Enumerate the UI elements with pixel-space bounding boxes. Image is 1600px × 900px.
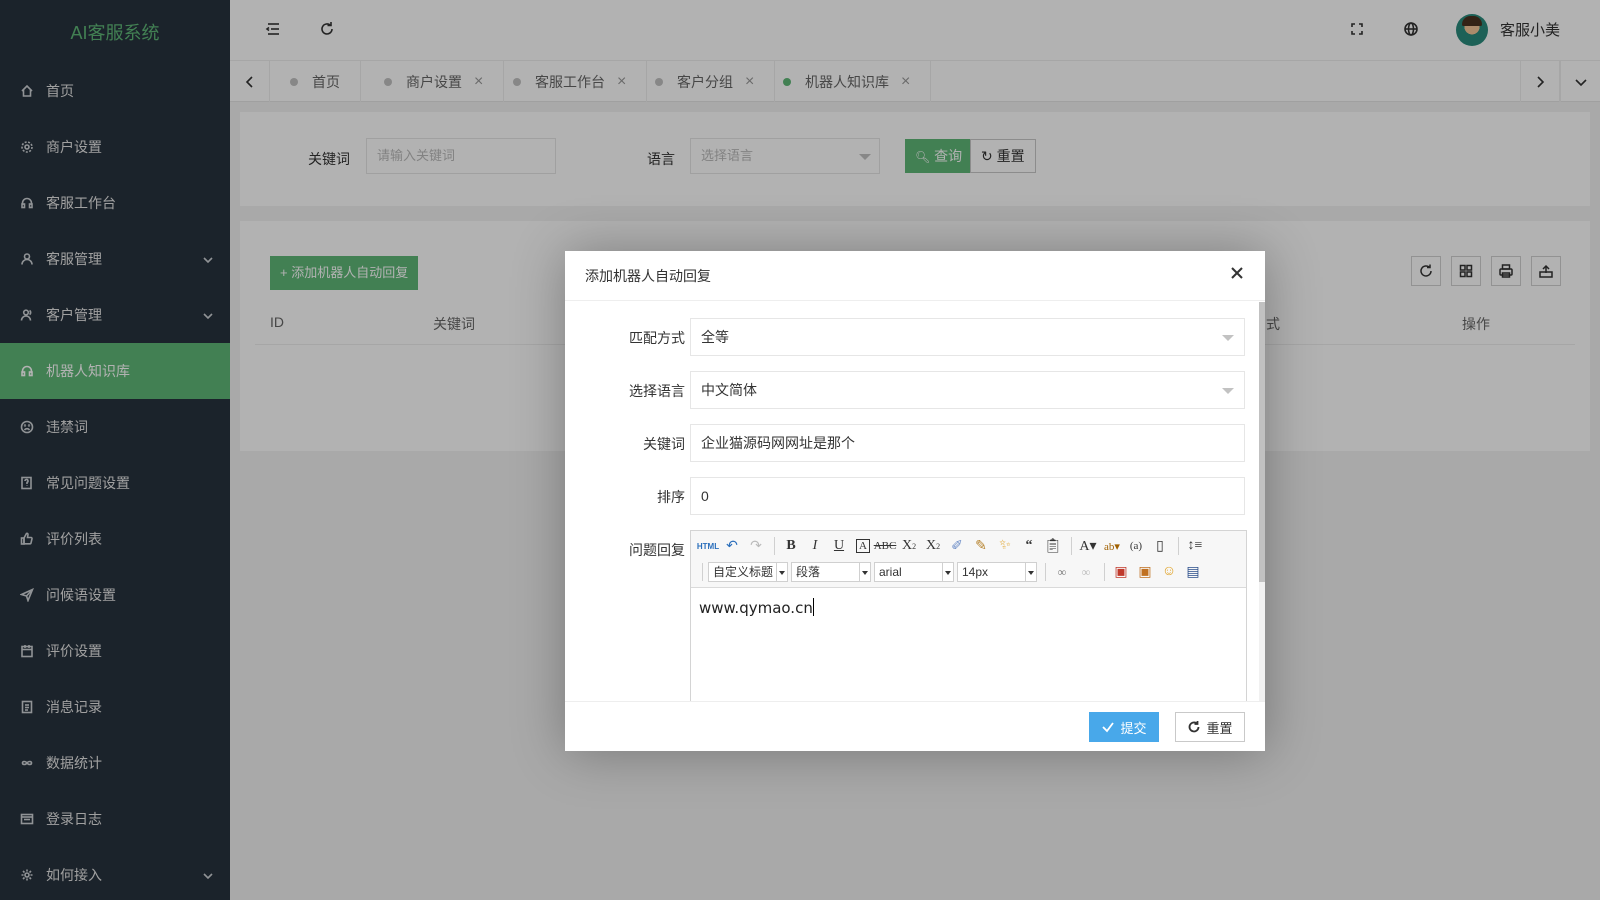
underline-icon[interactable]: U [828,536,850,556]
keyword-field-label: 关键词 [643,436,685,452]
html-source-icon[interactable]: HTML [697,536,719,556]
select-all-icon[interactable]: (a) [1125,536,1147,556]
sort-field-input[interactable]: 0 [690,477,1245,515]
submit-button[interactable]: 提交 [1089,712,1159,742]
dialog-title: 添加机器人自动回复 [565,251,1265,301]
multi-image-icon[interactable]: ▣ [1134,562,1156,582]
keyword-row: 关键词 企业猫源码网网址是那个 [565,424,1265,462]
combo-divider [776,563,777,581]
submit-button-label: 提交 [1120,720,1147,736]
language-field-value: 中文简体 [701,382,757,398]
dialog-footer: 提交 重置 [565,701,1265,751]
toolbar-divider [774,537,775,555]
undo-icon[interactable]: ↶ [721,536,743,556]
image-icon[interactable]: ▣ [1110,562,1132,582]
blockquote-icon[interactable]: “ [1018,536,1040,556]
dialog-scrollbar-thumb[interactable] [1259,302,1265,582]
language-row: 选择语言 中文简体 [565,371,1265,409]
dialog-reset-button[interactable]: 重置 [1175,712,1245,742]
strikethrough-icon[interactable]: ABC [874,536,897,556]
match-type-select[interactable]: 全等 [690,318,1245,356]
toolbar-divider [1045,563,1046,581]
text-caret [812,598,814,616]
superscript-icon[interactable]: X2 [898,536,920,556]
dialog-scrollbar[interactable] [1259,302,1265,702]
chevron-down-icon [1222,388,1234,394]
reply-field-label: 问题回复 [629,542,685,558]
editor-text: www.qymao.cn [699,599,813,617]
language-field-label: 选择语言 [629,383,685,399]
emoji-icon[interactable]: ☺ [1158,562,1180,582]
font-family-select[interactable]: arial [874,562,954,582]
rich-text-editor: HTML ↶ ↷ B I U A ABC X2 X2 ✐ ✎ ✨︎ “ 📋︎ A… [690,530,1247,705]
sort-row: 排序 0 [565,477,1265,515]
paste-text-icon[interactable]: 📋︎ [1042,536,1064,556]
unlink-icon[interactable]: ∞ [1075,562,1097,582]
italic-icon[interactable]: I [804,536,826,556]
toolbar-divider [1104,563,1105,581]
editor-content[interactable]: www.qymao.cn [691,588,1246,627]
font-color-icon[interactable]: A▾ [1077,536,1099,556]
font-size-select-value: 14px [962,565,989,579]
editor-toolbar-row-2: 自定义标题 段落 arial 14px ∞ ∞ ▣ ▣ ☺ ▤ [697,561,1206,583]
heading-select[interactable]: 自定义标题 [708,562,788,582]
combo-divider [942,563,943,581]
combo-divider [1025,563,1026,581]
toolbar-divider [1178,537,1179,555]
sort-field-label: 排序 [657,489,685,505]
dialog-reset-button-label: 重置 [1206,720,1233,736]
chevron-down-icon [1222,335,1234,341]
close-icon[interactable] [1229,265,1249,285]
combo-divider [859,563,860,581]
match-type-row: 匹配方式 全等 [565,318,1265,356]
toolbar-divider [1071,537,1072,555]
line-height-icon[interactable]: ↕≡ [1184,536,1206,556]
font-size-select[interactable]: 14px [957,562,1037,582]
font-border-icon[interactable]: A [856,539,870,553]
font-family-select-value: arial [879,565,902,579]
format-brush-icon[interactable]: ✎ [970,536,992,556]
match-type-value: 全等 [701,329,729,345]
language-field-select[interactable]: 中文简体 [690,371,1245,409]
clear-document-icon[interactable]: ▯ [1149,536,1171,556]
paragraph-select-value: 段落 [796,565,821,579]
bold-icon[interactable]: B [780,536,802,556]
add-auto-reply-dialog: 添加机器人自动回复 匹配方式 全等 选择语言 中文简体 关键词 企业猫源码网网址… [565,251,1265,751]
heading-select-value: 自定义标题 [713,565,774,579]
match-type-label: 匹配方式 [629,330,685,346]
refresh-icon [1189,721,1200,733]
video-icon[interactable]: ▤ [1182,562,1204,582]
paragraph-select[interactable]: 段落 [791,562,871,582]
toolbar-divider [702,563,703,581]
keyword-field-input[interactable]: 企业猫源码网网址是那个 [690,424,1245,462]
eraser-icon[interactable]: ✐ [946,536,968,556]
background-color-icon[interactable]: ab▾ [1101,536,1123,556]
auto-format-icon[interactable]: ✨︎ [994,536,1016,556]
editor-toolbar-row-1: HTML ↶ ↷ B I U A ABC X2 X2 ✐ ✎ ✨︎ “ 📋︎ A… [697,535,1208,557]
link-icon[interactable]: ∞ [1051,562,1073,582]
check-icon [1102,722,1115,733]
redo-icon[interactable]: ↷ [745,536,767,556]
editor-toolbar: HTML ↶ ↷ B I U A ABC X2 X2 ✐ ✎ ✨︎ “ 📋︎ A… [691,531,1246,588]
subscript-icon[interactable]: X2 [922,536,944,556]
